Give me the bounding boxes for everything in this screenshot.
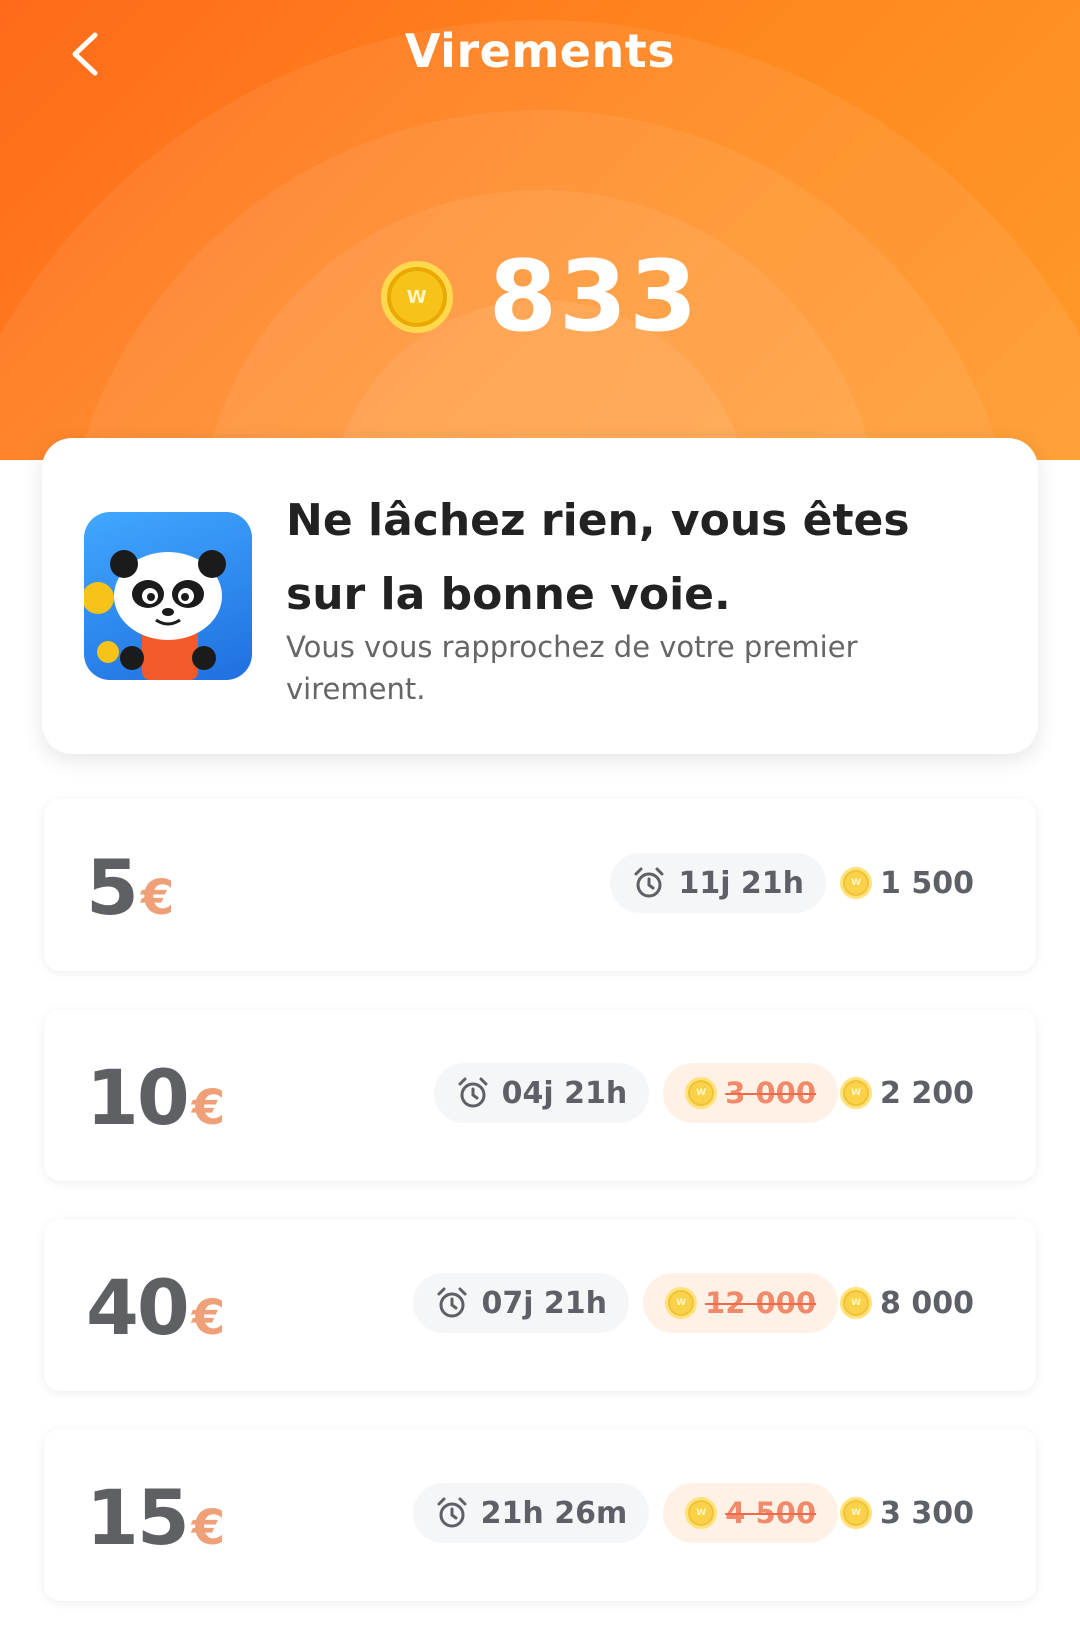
timer-badge: 04j 21h [433,1063,650,1123]
coin-icon: W [840,1287,873,1319]
balance-value: 833 [488,240,700,354]
page-title: Virements [404,24,676,78]
coin-icon: W [685,1497,718,1529]
coin-price: W 1 500 [840,866,974,901]
alarm-clock-icon [458,1077,488,1108]
coin-icon: W [840,867,873,899]
timer-badge: 11j 21h [610,853,827,913]
coin-icon: W [380,261,453,333]
offer-amount: 5 € [86,843,175,932]
coin-icon: W [665,1287,698,1319]
original-price: 3 000 [725,1076,817,1110]
coin-balance: W 833 [0,248,1080,346]
coin-price: W 3 300 [840,1496,974,1531]
offer-amount: 40 € [86,1263,226,1352]
header-banner: Virements W 833 [0,0,1080,460]
withdrawal-option-15[interactable]: 15 € 21h 26m W 4 500 W 3 300 [44,1429,1036,1601]
offer-amount: 15 € [86,1473,226,1562]
original-price: 12 000 [705,1286,817,1320]
original-price-badge: W 12 000 [643,1273,839,1333]
withdrawal-option-5[interactable]: 5 € 11j 21h W 1 500 [44,799,1036,971]
coin-price: W 2 200 [840,1076,974,1111]
withdrawal-option-10[interactable]: 10 € 04j 21h W 3 000 W 2 200 [44,1009,1036,1181]
alarm-clock-icon [437,1287,467,1318]
motivation-card: Ne lâchez rien, vous êtes sur la bonne v… [42,438,1038,754]
panda-mascot-image [84,512,252,680]
coin-icon: W [685,1077,718,1109]
coin-price: W 8 000 [840,1286,974,1321]
alarm-clock-icon [634,867,664,898]
motivation-subtitle: Vous vous rapprochez de votre premier vi… [286,630,858,706]
coin-icon: W [840,1077,873,1109]
timer-badge: 07j 21h [413,1273,630,1333]
motivation-title: Ne lâchez rien, vous êtes sur la bonne v… [286,495,910,620]
original-price: 4 500 [725,1496,817,1530]
offer-amount: 10 € [86,1053,226,1142]
withdrawal-option-40[interactable]: 40 € 07j 21h W 12 000 W 8 000 [44,1219,1036,1391]
coin-icon: W [840,1497,873,1529]
timer-badge: 21h 26m [412,1483,650,1543]
original-price-badge: W 3 000 [663,1063,839,1123]
original-price-badge: W 4 500 [663,1483,839,1543]
alarm-clock-icon [437,1497,467,1528]
